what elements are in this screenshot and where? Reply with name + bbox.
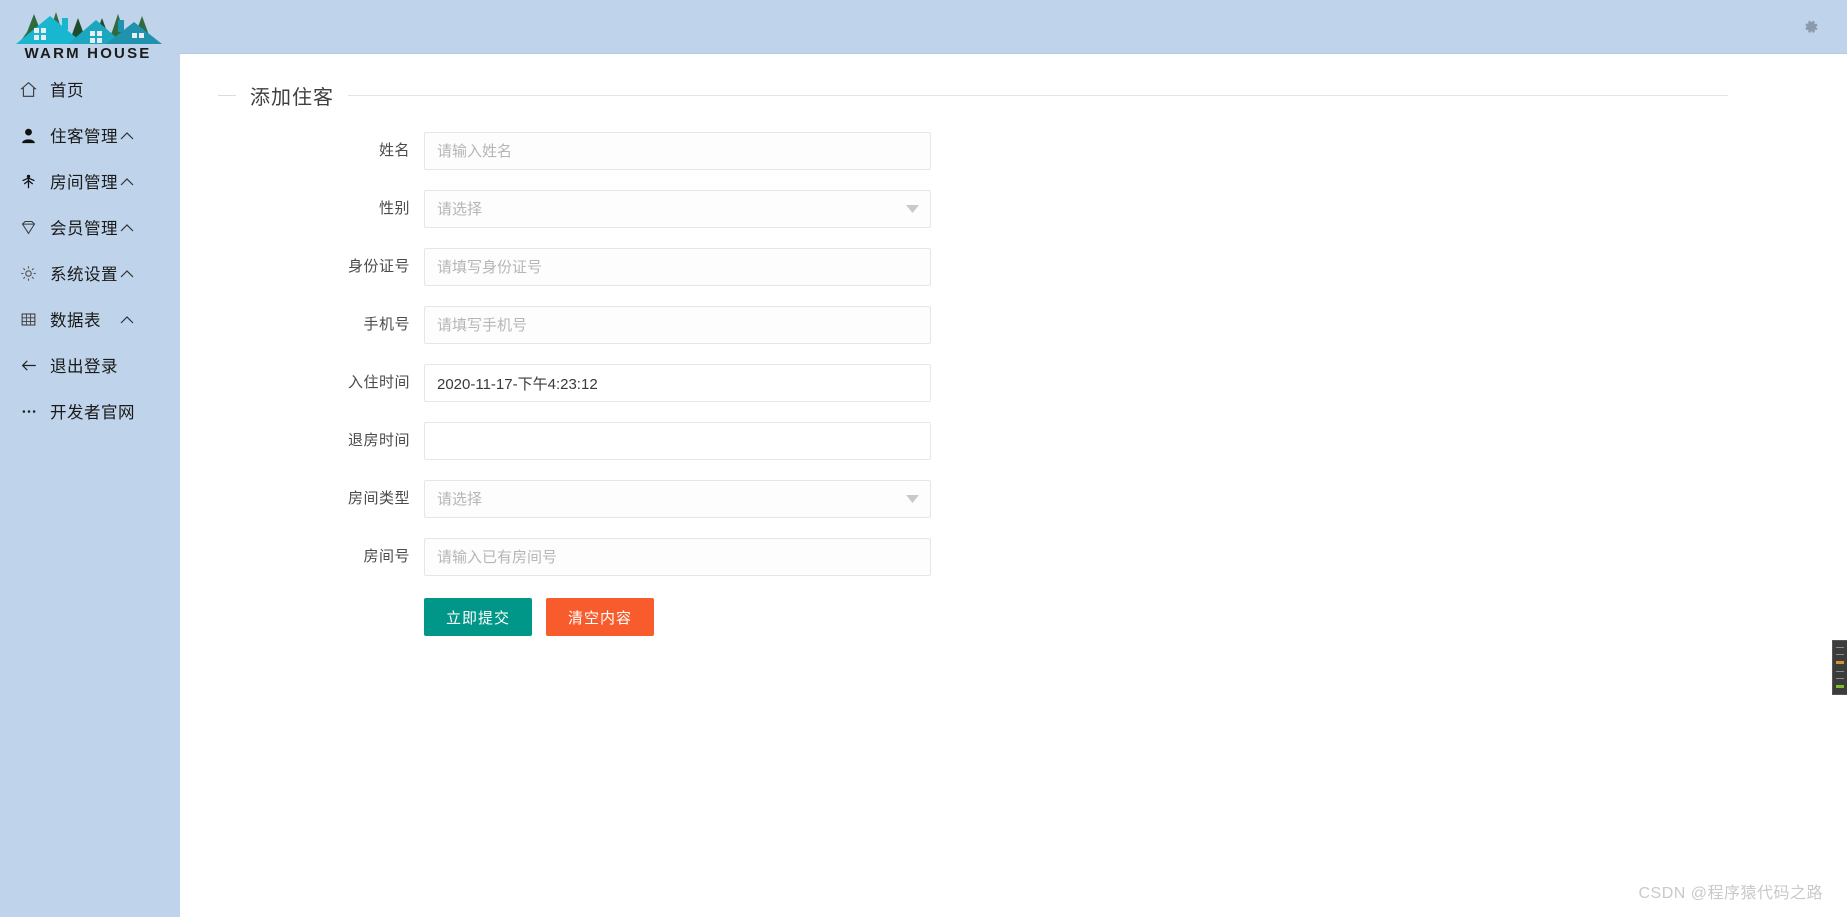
- sidebar-item-label: 开发者官网: [50, 404, 135, 422]
- sidebar-item-label: 住客管理: [50, 128, 118, 146]
- sidebar-item-label: 系统设置: [50, 266, 118, 284]
- strip-tick: [1836, 654, 1844, 656]
- sidebar-item-home[interactable]: 首页: [0, 66, 180, 112]
- page-content: 添加住客 姓名 性别: [180, 54, 1847, 636]
- sidebar-item-developer-site[interactable]: 开发者官网: [0, 388, 180, 434]
- room-number-input[interactable]: [424, 538, 931, 576]
- field-wrap: [424, 248, 931, 286]
- brand-name: WARM HOUSE: [25, 45, 152, 62]
- form-row-room-type: 房间类型: [214, 480, 1847, 518]
- field-label: 姓名: [378, 142, 410, 159]
- edge-tool-strip[interactable]: [1832, 640, 1847, 695]
- field-wrap: [424, 132, 931, 170]
- strip-tick: [1836, 670, 1844, 672]
- strip-tick-green: [1836, 684, 1844, 688]
- chevron-up-icon: [120, 177, 134, 186]
- guest-gender-select[interactable]: [424, 190, 931, 228]
- app-root: WARM HOUSE 首页 住客管理 房间管理 会员管理 系统设置 数据表 退出…: [0, 0, 1847, 917]
- strip-tick: [1836, 677, 1844, 679]
- sidebar-item-guest-management[interactable]: 住客管理: [0, 112, 180, 158]
- field-wrap: [424, 538, 931, 576]
- settings-gear-button[interactable]: [1795, 12, 1825, 42]
- room-type-select[interactable]: [424, 480, 931, 518]
- guest-id-card-input[interactable]: [424, 248, 931, 286]
- sidebar-item-system-settings[interactable]: 系统设置: [0, 250, 180, 296]
- check-out-time-input[interactable]: [424, 422, 931, 460]
- field-label: 身份证号: [347, 258, 410, 275]
- field-label: 房间类型: [347, 490, 410, 507]
- form-row-guest-gender: 性别: [214, 190, 1847, 228]
- user-icon: [20, 127, 44, 144]
- clear-button[interactable]: 清空内容: [546, 598, 655, 636]
- field-wrap: [424, 306, 931, 344]
- sidebar-item-label: 会员管理: [50, 220, 118, 238]
- chevron-up-icon: [120, 131, 134, 140]
- form-row-check-in-time: 入住时间: [214, 364, 1847, 402]
- form-row-guest-name: 姓名: [214, 132, 1847, 170]
- sidebar-item-label: 数据表: [50, 312, 101, 330]
- watermark: CSDN @程序猿代码之路: [1638, 885, 1823, 902]
- sidebar-item-room-management[interactable]: 房间管理: [0, 158, 180, 204]
- top-bar: [180, 0, 1847, 54]
- guest-phone-input[interactable]: [424, 306, 931, 344]
- sidebar-item-label: 房间管理: [50, 174, 118, 192]
- field-label: 入住时间: [347, 374, 410, 391]
- panel-legend: 添加住客: [214, 80, 1847, 110]
- sidebar-item-data-table[interactable]: 数据表: [0, 296, 180, 342]
- sidebar-item-member-management[interactable]: 会员管理: [0, 204, 180, 250]
- tree-icon: [20, 173, 44, 190]
- form-row-guest-phone: 手机号: [214, 306, 1847, 344]
- chevron-up-icon: [120, 269, 134, 278]
- add-guest-panel: 添加住客 姓名 性别: [214, 80, 1847, 636]
- form-row-room-number: 房间号: [214, 538, 1847, 576]
- legend-rule: [348, 94, 1728, 96]
- form-row-guest-id-card: 身份证号: [214, 248, 1847, 286]
- main-area: 添加住客 姓名 性别: [180, 0, 1847, 917]
- gear-icon: [1805, 20, 1818, 33]
- field-wrap: [424, 480, 931, 518]
- ellipsis-icon: [20, 403, 44, 420]
- form-actions: 立即提交 清空内容: [214, 598, 1847, 636]
- add-guest-form: 姓名 性别: [214, 132, 1847, 636]
- check-in-time-input[interactable]: [424, 364, 931, 402]
- chevron-up-icon: [120, 223, 134, 232]
- table-icon: [20, 311, 44, 328]
- field-label: 性别: [378, 200, 410, 217]
- arrow-left-icon: [20, 357, 44, 374]
- legend-dash: [218, 94, 236, 96]
- warm-house-logo-icon: WARM HOUSE: [16, 12, 162, 62]
- submit-button[interactable]: 立即提交: [424, 598, 533, 636]
- strip-tick: [1836, 647, 1844, 649]
- page-title: 添加住客: [250, 86, 334, 109]
- sidebar-item-label: 退出登录: [50, 358, 118, 376]
- gear-icon: [20, 265, 44, 282]
- form-row-check-out-time: 退房时间: [214, 422, 1847, 460]
- field-label: 手机号: [363, 316, 410, 333]
- home-icon: [20, 81, 44, 98]
- field-label: 房间号: [363, 548, 410, 565]
- sidebar-item-logout[interactable]: 退出登录: [0, 342, 180, 388]
- field-wrap: [424, 422, 931, 460]
- diamond-icon: [20, 219, 44, 236]
- field-wrap: [424, 190, 931, 228]
- brand-logo[interactable]: WARM HOUSE: [0, 0, 180, 62]
- strip-tick-amber: [1836, 661, 1844, 665]
- sidebar-item-label: 首页: [50, 82, 84, 100]
- field-label: 退房时间: [347, 432, 410, 449]
- sidebar-nav: 首页 住客管理 房间管理 会员管理 系统设置 数据表 退出登录 开发者官网: [0, 62, 180, 434]
- chevron-up-icon: [120, 315, 134, 324]
- field-wrap: [424, 364, 931, 402]
- guest-name-input[interactable]: [424, 132, 931, 170]
- sidebar: WARM HOUSE 首页 住客管理 房间管理 会员管理 系统设置 数据表 退出…: [0, 0, 180, 917]
